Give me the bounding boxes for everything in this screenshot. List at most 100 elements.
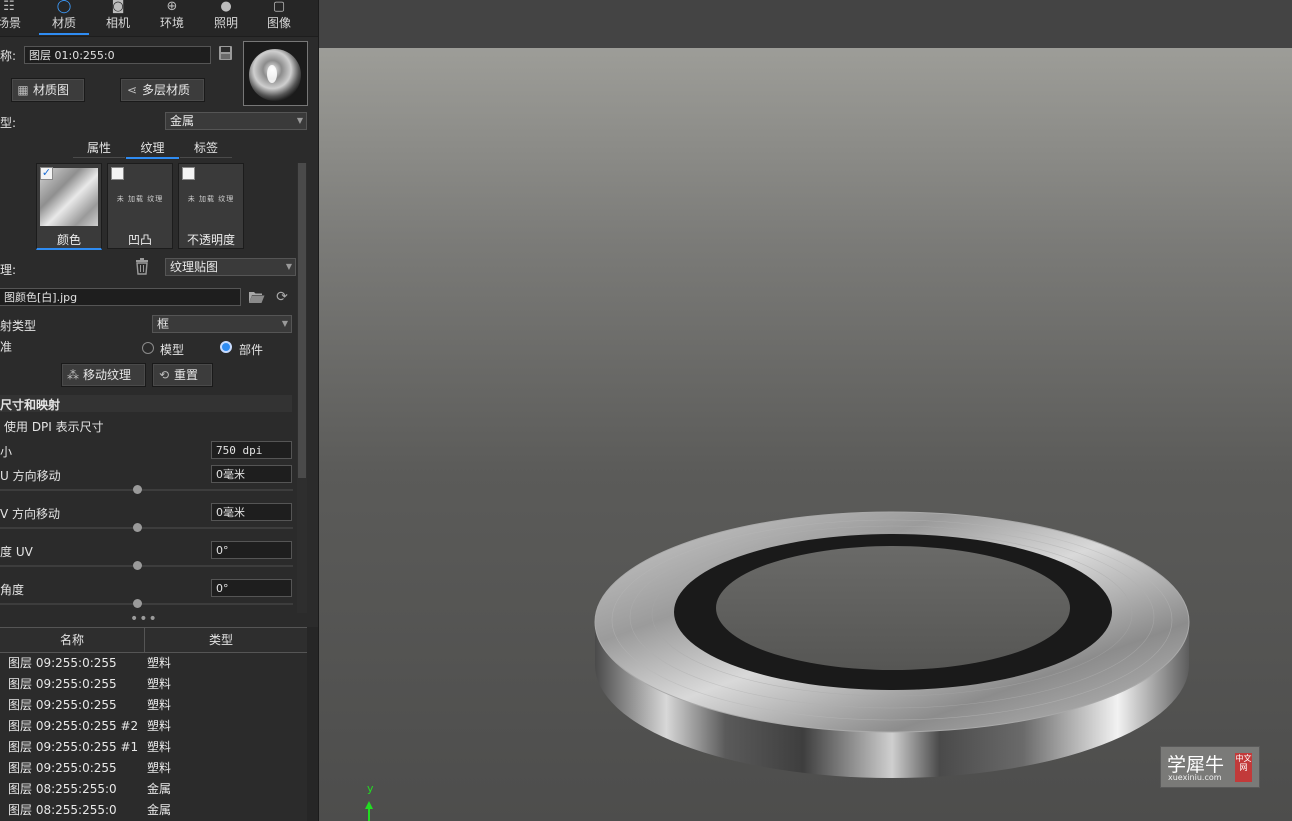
texture-opacity-empty-text: 未 加载 纹理 xyxy=(187,195,235,203)
list-scrollbar[interactable] xyxy=(307,627,318,821)
texture-bump-checkbox[interactable] xyxy=(111,167,124,180)
list-item[interactable]: 图层 09:255:0:255 塑料 xyxy=(0,758,307,779)
globe-icon: ⊕ xyxy=(166,0,178,14)
list-item-type: 塑料 xyxy=(147,656,172,670)
v-offset-slider-handle[interactable] xyxy=(133,523,142,532)
uv-rotation-slider-handle[interactable] xyxy=(133,561,142,570)
texture-color-checkbox[interactable]: ✓ xyxy=(40,167,53,180)
tab-material-label: 材质 xyxy=(51,16,76,30)
layers-icon: ⋖ xyxy=(126,83,138,97)
v-offset-label: V 方向移动 xyxy=(0,507,61,521)
tab-environment[interactable]: ⊕ 环境 xyxy=(145,0,199,34)
chevron-down-icon: ▼ xyxy=(296,116,303,125)
v-offset-slider[interactable] xyxy=(0,527,293,529)
subtab-properties[interactable]: 属性 xyxy=(73,139,125,158)
move-texture-button[interactable]: ⁂ 移动纹理 xyxy=(61,363,146,387)
list-item-type: 塑料 xyxy=(147,740,172,754)
list-item-name: 图层 09:255:0:255 #2 xyxy=(8,719,139,733)
subtab-properties-label: 属性 xyxy=(86,141,111,155)
column-type-label: 类型 xyxy=(208,633,233,647)
panel-scrollbar-thumb[interactable] xyxy=(298,163,306,478)
tab-lighting[interactable]: ● 照明 xyxy=(199,0,253,34)
u-offset-slider[interactable] xyxy=(0,489,293,491)
list-item-name: 图层 09:255:0:255 xyxy=(8,698,117,712)
list-item[interactable]: 图层 08:255:255:0 金属 xyxy=(0,779,307,800)
map-type-select[interactable]: 框 ▼ xyxy=(152,315,292,333)
texture-label: 理: xyxy=(0,263,17,277)
uv-rotation-input[interactable]: 0° xyxy=(211,541,292,559)
texture-opacity-slot[interactable]: 未 加载 纹理 不透明度 xyxy=(178,163,244,249)
bulb-icon: ● xyxy=(220,0,232,14)
tab-material[interactable]: ◯ 材质 xyxy=(37,0,91,35)
column-type[interactable]: 类型 xyxy=(145,628,297,652)
list-item-name: 图层 09:255:0:255 xyxy=(8,677,117,691)
dpi-checkbox-label[interactable]: 使用 DPI 表示尺寸 xyxy=(4,418,104,435)
material-name-input[interactable]: 图层 01:0:255:0 xyxy=(24,46,211,64)
list-item[interactable]: 图层 09:255:0:255 塑料 xyxy=(0,653,307,674)
material-type-select[interactable]: 金属 ▼ xyxy=(165,112,307,130)
chevron-down-icon: ▼ xyxy=(285,262,292,271)
texture-file-input[interactable]: 图颜色[白].jpg xyxy=(0,288,241,306)
radio-part[interactable] xyxy=(220,341,232,353)
radio-part-label: 部件 xyxy=(239,343,264,357)
texture-type-value: 纹理贴图 xyxy=(170,260,219,274)
angle-slider-handle[interactable] xyxy=(133,599,142,608)
size-mapping-title: 尺寸和映射 xyxy=(0,398,61,412)
list-item[interactable]: 图层 09:255:0:255 塑料 xyxy=(0,674,307,695)
save-icon[interactable] xyxy=(218,45,233,61)
uv-rotation-label: 度 UV xyxy=(0,545,33,559)
tab-camera[interactable]: ◙ 相机 xyxy=(91,0,145,34)
subtab-label[interactable]: 标签 xyxy=(180,139,232,158)
tab-scene[interactable]: ☷ 场景 xyxy=(0,0,36,34)
size-label: 小 xyxy=(0,445,13,459)
list-item-type: 金属 xyxy=(147,803,172,817)
map-type-label: 射类型 xyxy=(0,319,37,333)
render-viewport[interactable]: y 学犀牛 xuexiniu.com 中文网 xyxy=(319,0,1292,821)
angle-input[interactable]: 0° xyxy=(211,579,292,597)
trash-icon[interactable] xyxy=(134,258,150,275)
list-item[interactable]: 图层 09:255:0:255 #2 塑料 xyxy=(0,716,307,737)
column-name[interactable]: 名称 xyxy=(0,628,145,652)
more-handle-icon[interactable]: ••• xyxy=(130,611,158,627)
folder-open-icon[interactable] xyxy=(248,290,265,304)
graph-icon: ▦ xyxy=(17,83,29,97)
multilayer-material-button[interactable]: ⋖ 多层材质 xyxy=(120,78,205,102)
ring-model[interactable] xyxy=(319,0,1292,821)
texture-type-select[interactable]: 纹理贴图 ▼ xyxy=(165,258,296,276)
tab-image[interactable]: ▢ 图像 xyxy=(252,0,306,34)
uv-rotation-slider[interactable] xyxy=(0,565,293,567)
size-input[interactable]: 750 dpi xyxy=(211,441,292,459)
u-offset-input[interactable]: 0毫米 xyxy=(211,465,292,483)
material-preview[interactable] xyxy=(243,41,308,106)
list-item-name: 图层 09:255:0:255 xyxy=(8,761,117,775)
radio-model[interactable] xyxy=(142,342,154,354)
texture-opacity-label: 不透明度 xyxy=(186,233,235,247)
size-mapping-section-header[interactable]: 尺寸和映射 xyxy=(0,395,292,412)
angle-label: 角度 xyxy=(0,583,25,597)
u-offset-slider-handle[interactable] xyxy=(133,485,142,494)
list-item-name: 图层 09:255:0:255 xyxy=(8,656,117,670)
reset-button[interactable]: ⟲ 重置 xyxy=(152,363,213,387)
chevron-down-icon: ▼ xyxy=(281,319,288,328)
texture-bump-slot[interactable]: 未 加载 纹理 凹凸 xyxy=(107,163,173,249)
texture-color-slot[interactable]: ✓ 颜色 xyxy=(36,163,102,250)
map-type-value: 框 xyxy=(157,317,170,331)
refresh-icon[interactable]: ⟳ xyxy=(274,289,290,305)
list-item[interactable]: 图层 09:255:0:255 塑料 xyxy=(0,695,307,716)
list-item-type: 塑料 xyxy=(147,761,172,775)
list-item-type: 塑料 xyxy=(147,698,172,712)
angle-slider[interactable] xyxy=(0,603,293,605)
subtab-texture-label: 纹理 xyxy=(140,141,165,155)
move-texture-label: 移动纹理 xyxy=(83,368,132,382)
panel-scrollbar[interactable] xyxy=(297,163,307,613)
tab-image-label: 图像 xyxy=(266,16,291,30)
v-offset-input[interactable]: 0毫米 xyxy=(211,503,292,521)
texture-opacity-checkbox[interactable] xyxy=(182,167,195,180)
list-item[interactable]: 图层 09:255:0:255 #1 塑料 xyxy=(0,737,307,758)
material-list-header: 名称 类型 xyxy=(0,627,307,653)
material-graph-button[interactable]: ▦ 材质图 xyxy=(11,78,85,102)
axis-y-arrow-icon xyxy=(365,801,373,821)
list-item-type: 塑料 xyxy=(147,677,172,691)
subtab-texture[interactable]: 纹理 xyxy=(126,139,179,159)
list-item[interactable]: 图层 08:255:255:0 金属 xyxy=(0,800,307,821)
